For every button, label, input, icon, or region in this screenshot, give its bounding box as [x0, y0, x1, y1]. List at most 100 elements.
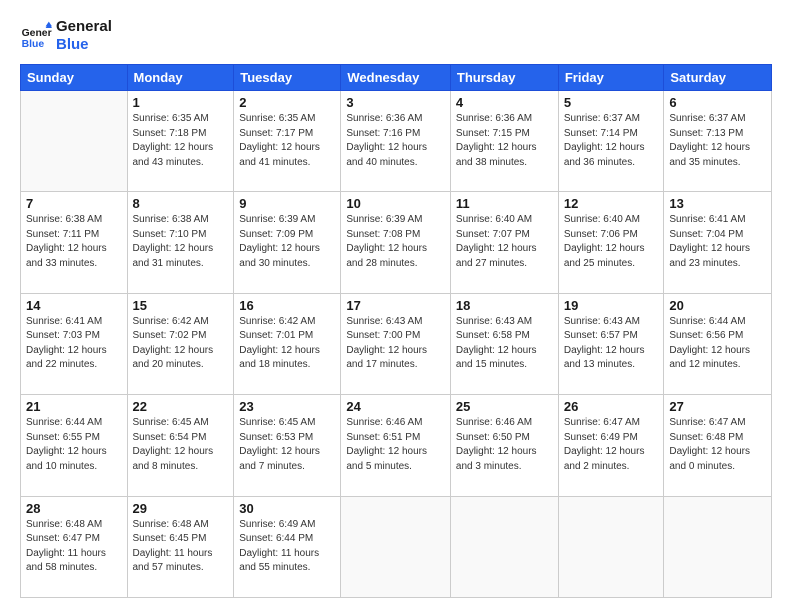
calendar-cell: 15 Sunrise: 6:42 AM Sunset: 7:02 PM Dayli…: [127, 293, 234, 394]
day-info: Sunrise: 6:49 AM Sunset: 6:44 PM Dayligh…: [239, 518, 335, 576]
day-number: 19: [564, 298, 659, 313]
logo: General Blue General Blue: [20, 18, 112, 54]
day-number: 4: [456, 95, 553, 110]
day-number: 24: [346, 399, 445, 414]
day-info: Sunrise: 6:43 AM Sunset: 7:00 PM Dayligh…: [346, 315, 445, 373]
weekday-sunday: Sunday: [21, 65, 128, 91]
calendar-cell: 18Sunrise: 6:43 AM Sunset: 6:58 PM Dayli…: [450, 293, 558, 394]
day-number: 11: [456, 196, 553, 211]
logo-blue: Blue: [56, 36, 112, 54]
weekday-monday: Monday: [127, 65, 234, 91]
calendar-cell: [21, 91, 128, 192]
calendar-cell: 7 Sunrise: 6:38 AM Sunset: 7:11 PM Daylig…: [21, 192, 128, 293]
day-number: 28: [26, 501, 122, 516]
day-number: 26: [564, 399, 659, 414]
calendar-cell: 9Sunrise: 6:39 AM Sunset: 7:09 PM Daylig…: [234, 192, 341, 293]
day-number: 15: [133, 298, 229, 313]
calendar-cell: 1 Sunrise: 6:35 AM Sunset: 7:18 PM Daylig…: [127, 91, 234, 192]
day-info: Sunrise: 6:44 AM Sunset: 6:55 PM Dayligh…: [26, 416, 122, 474]
header: General Blue General Blue: [20, 18, 772, 54]
day-info: Sunrise: 6:39 AM Sunset: 7:08 PM Dayligh…: [346, 213, 445, 271]
day-info: Sunrise: 6:47 AM Sunset: 6:49 PM Dayligh…: [564, 416, 659, 474]
calendar-cell: 23Sunrise: 6:45 AM Sunset: 6:53 PM Dayli…: [234, 395, 341, 496]
day-number: 13: [669, 196, 766, 211]
svg-text:General: General: [22, 28, 52, 39]
calendar-cell: 28 Sunrise: 6:48 AM Sunset: 6:47 PM Dayli…: [21, 496, 128, 597]
day-info: Sunrise: 6:43 AM Sunset: 6:57 PM Dayligh…: [564, 315, 659, 373]
calendar-cell: 30 Sunrise: 6:49 AM Sunset: 6:44 PM Dayli…: [234, 496, 341, 597]
calendar-cell: 26 Sunrise: 6:47 AM Sunset: 6:49 PM Dayli…: [558, 395, 664, 496]
day-info: Sunrise: 6:45 AM Sunset: 6:53 PM Dayligh…: [239, 416, 335, 474]
day-number: 30: [239, 501, 335, 516]
day-number: 5: [564, 95, 659, 110]
calendar-cell: 20 Sunrise: 6:44 AM Sunset: 6:56 PM Dayli…: [664, 293, 772, 394]
calendar-cell: 6 Sunrise: 6:37 AM Sunset: 7:13 PM Daylig…: [664, 91, 772, 192]
calendar-cell: 8Sunrise: 6:38 AM Sunset: 7:10 PM Daylig…: [127, 192, 234, 293]
day-info: Sunrise: 6:40 AM Sunset: 7:07 PM Dayligh…: [456, 213, 553, 271]
day-number: 16: [239, 298, 335, 313]
day-info: Sunrise: 6:48 AM Sunset: 6:45 PM Dayligh…: [133, 518, 229, 576]
week-row-2: 7 Sunrise: 6:38 AM Sunset: 7:11 PM Daylig…: [21, 192, 772, 293]
week-row-5: 28 Sunrise: 6:48 AM Sunset: 6:47 PM Dayli…: [21, 496, 772, 597]
day-number: 21: [26, 399, 122, 414]
week-row-4: 21 Sunrise: 6:44 AM Sunset: 6:55 PM Dayli…: [21, 395, 772, 496]
day-info: Sunrise: 6:44 AM Sunset: 6:56 PM Dayligh…: [669, 315, 766, 373]
day-number: 8: [133, 196, 229, 211]
weekday-thursday: Thursday: [450, 65, 558, 91]
day-info: Sunrise: 6:39 AM Sunset: 7:09 PM Dayligh…: [239, 213, 335, 271]
day-number: 12: [564, 196, 659, 211]
day-info: Sunrise: 6:45 AM Sunset: 6:54 PM Dayligh…: [133, 416, 229, 474]
day-info: Sunrise: 6:35 AM Sunset: 7:18 PM Dayligh…: [133, 112, 229, 170]
calendar-cell: 25Sunrise: 6:46 AM Sunset: 6:50 PM Dayli…: [450, 395, 558, 496]
day-number: 18: [456, 298, 553, 313]
weekday-saturday: Saturday: [664, 65, 772, 91]
day-info: Sunrise: 6:38 AM Sunset: 7:11 PM Dayligh…: [26, 213, 122, 271]
weekday-wednesday: Wednesday: [341, 65, 451, 91]
calendar-cell: 10 Sunrise: 6:39 AM Sunset: 7:08 PM Dayli…: [341, 192, 451, 293]
day-number: 17: [346, 298, 445, 313]
day-info: Sunrise: 6:41 AM Sunset: 7:04 PM Dayligh…: [669, 213, 766, 271]
calendar-cell: 3Sunrise: 6:36 AM Sunset: 7:16 PM Daylig…: [341, 91, 451, 192]
week-row-3: 14Sunrise: 6:41 AM Sunset: 7:03 PM Dayli…: [21, 293, 772, 394]
calendar-cell: 2 Sunrise: 6:35 AM Sunset: 7:17 PM Daylig…: [234, 91, 341, 192]
calendar-cell: 11 Sunrise: 6:40 AM Sunset: 7:07 PM Dayli…: [450, 192, 558, 293]
day-info: Sunrise: 6:46 AM Sunset: 6:51 PM Dayligh…: [346, 416, 445, 474]
calendar-cell: 19 Sunrise: 6:43 AM Sunset: 6:57 PM Dayli…: [558, 293, 664, 394]
day-info: Sunrise: 6:46 AM Sunset: 6:50 PM Dayligh…: [456, 416, 553, 474]
calendar-cell: 21 Sunrise: 6:44 AM Sunset: 6:55 PM Dayli…: [21, 395, 128, 496]
day-info: Sunrise: 6:36 AM Sunset: 7:15 PM Dayligh…: [456, 112, 553, 170]
day-info: Sunrise: 6:36 AM Sunset: 7:16 PM Dayligh…: [346, 112, 445, 170]
day-number: 27: [669, 399, 766, 414]
day-number: 6: [669, 95, 766, 110]
calendar-cell: 4 Sunrise: 6:36 AM Sunset: 7:15 PM Daylig…: [450, 91, 558, 192]
day-number: 20: [669, 298, 766, 313]
day-info: Sunrise: 6:37 AM Sunset: 7:13 PM Dayligh…: [669, 112, 766, 170]
day-number: 2: [239, 95, 335, 110]
weekday-tuesday: Tuesday: [234, 65, 341, 91]
logo-icon: General Blue: [20, 20, 52, 52]
calendar-cell: 12Sunrise: 6:40 AM Sunset: 7:06 PM Dayli…: [558, 192, 664, 293]
calendar-cell: 17 Sunrise: 6:43 AM Sunset: 7:00 PM Dayli…: [341, 293, 451, 394]
calendar-cell: [664, 496, 772, 597]
day-number: 7: [26, 196, 122, 211]
calendar-cell: 27Sunrise: 6:47 AM Sunset: 6:48 PM Dayli…: [664, 395, 772, 496]
calendar-cell: 24 Sunrise: 6:46 AM Sunset: 6:51 PM Dayli…: [341, 395, 451, 496]
calendar-cell: 16 Sunrise: 6:42 AM Sunset: 7:01 PM Dayli…: [234, 293, 341, 394]
day-number: 22: [133, 399, 229, 414]
calendar-cell: [450, 496, 558, 597]
day-number: 14: [26, 298, 122, 313]
day-number: 1: [133, 95, 229, 110]
calendar-cell: 22 Sunrise: 6:45 AM Sunset: 6:54 PM Dayli…: [127, 395, 234, 496]
day-info: Sunrise: 6:35 AM Sunset: 7:17 PM Dayligh…: [239, 112, 335, 170]
calendar-cell: [341, 496, 451, 597]
day-number: 10: [346, 196, 445, 211]
day-info: Sunrise: 6:37 AM Sunset: 7:14 PM Dayligh…: [564, 112, 659, 170]
day-info: Sunrise: 6:42 AM Sunset: 7:01 PM Dayligh…: [239, 315, 335, 373]
day-info: Sunrise: 6:48 AM Sunset: 6:47 PM Dayligh…: [26, 518, 122, 576]
day-number: 29: [133, 501, 229, 516]
calendar-cell: [558, 496, 664, 597]
calendar-cell: 13 Sunrise: 6:41 AM Sunset: 7:04 PM Dayli…: [664, 192, 772, 293]
day-info: Sunrise: 6:42 AM Sunset: 7:02 PM Dayligh…: [133, 315, 229, 373]
week-row-1: 1 Sunrise: 6:35 AM Sunset: 7:18 PM Daylig…: [21, 91, 772, 192]
logo-general: General: [56, 18, 112, 36]
